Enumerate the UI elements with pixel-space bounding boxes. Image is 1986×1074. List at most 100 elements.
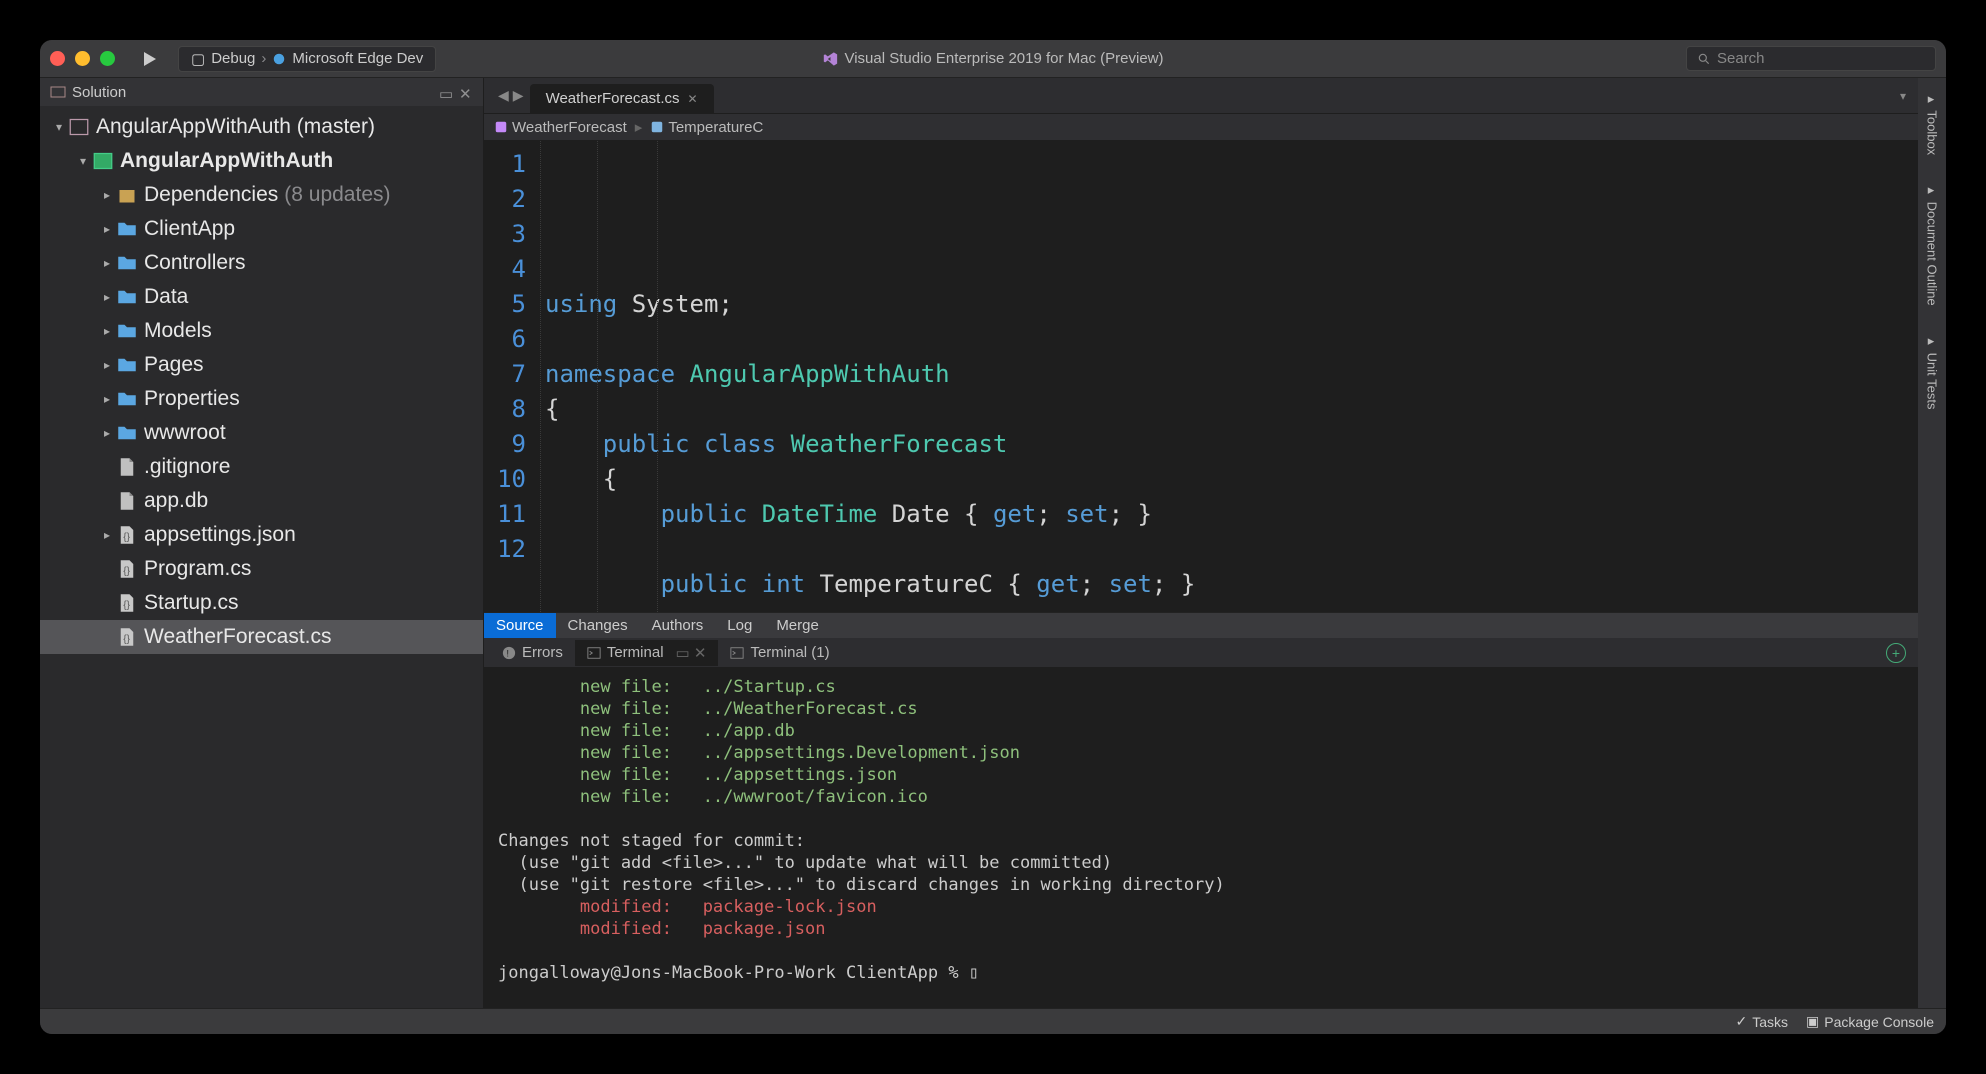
blame-tab-source[interactable]: Source xyxy=(484,613,556,638)
window-controls xyxy=(50,51,115,66)
expand-arrow-icon[interactable]: ▸ xyxy=(98,256,116,270)
tree-item-label: Data xyxy=(144,285,188,309)
ide-window: ▢ Debug › Microsoft Edge Dev Visual Stud… xyxy=(40,40,1946,1034)
status-bar: ✓Tasks ▣Package Console xyxy=(40,1008,1946,1034)
blame-tab-changes[interactable]: Changes xyxy=(556,613,640,638)
bottom-tab-terminal-1-[interactable]: Terminal (1) xyxy=(718,640,841,665)
svg-text:{}: {} xyxy=(123,600,130,611)
expand-arrow-icon[interactable]: ▸ xyxy=(98,222,116,236)
cs-icon: {} xyxy=(116,592,138,614)
svg-text:{}: {} xyxy=(123,566,130,577)
blame-tab-log[interactable]: Log xyxy=(715,613,764,638)
minimize-window-button[interactable] xyxy=(75,51,90,66)
tree-item--gitignore[interactable]: .gitignore xyxy=(40,450,483,484)
tree-item-label: Program.cs xyxy=(144,557,251,581)
expand-arrow-icon[interactable]: ▸ xyxy=(98,290,116,304)
expand-arrow-icon[interactable]: ▾ xyxy=(50,120,68,134)
tree-item-dependencies[interactable]: ▸Dependencies(8 updates) xyxy=(40,178,483,212)
solution-tree[interactable]: ▾ AngularAppWithAuth (master) ▾AngularAppW… xyxy=(40,106,483,1008)
close-window-button[interactable] xyxy=(50,51,65,66)
tree-item-label: Dependencies xyxy=(144,183,278,207)
tab-label: WeatherForecast.cs xyxy=(546,90,680,107)
class-icon xyxy=(494,120,508,134)
error-icon: ! xyxy=(502,646,516,660)
file-tab[interactable]: WeatherForecast.cs ✕ xyxy=(530,84,714,113)
tree-item-label: Properties xyxy=(144,387,240,411)
tree-item-data[interactable]: ▸ Data xyxy=(40,280,483,314)
line-gutter: 123456789101112 xyxy=(484,141,540,612)
expand-arrow-icon[interactable]: ▸ xyxy=(98,188,116,202)
folder-icon xyxy=(116,354,138,376)
run-button[interactable] xyxy=(135,45,163,73)
tree-item-controllers[interactable]: ▸Controllers xyxy=(40,246,483,280)
tree-item-label: WeatherForecast.cs xyxy=(144,625,332,649)
zoom-window-button[interactable] xyxy=(100,51,115,66)
breadcrumb-bar[interactable]: WeatherForecast ▸ TemperatureC xyxy=(484,114,1918,141)
package-console-button[interactable]: ▣Package Console xyxy=(1806,1013,1934,1030)
tree-item-label: AngularAppWithAuth (master) xyxy=(96,115,375,139)
cs-icon: {} xyxy=(116,524,138,546)
dock-tab-toolbox[interactable]: ▸ Toolbox xyxy=(1925,86,1940,161)
folder-icon xyxy=(116,252,138,274)
project-icon xyxy=(92,150,114,172)
close-pad-icon[interactable]: ▭ ✕ xyxy=(676,644,707,662)
tree-item-app-db[interactable]: app.db xyxy=(40,484,483,518)
blame-tab-merge[interactable]: Merge xyxy=(764,613,831,638)
nav-fwd-icon[interactable]: ▶ xyxy=(513,87,524,104)
tree-item-label: Pages xyxy=(144,353,204,377)
nav-back-icon[interactable]: ◀ xyxy=(498,87,509,104)
expand-arrow-icon[interactable]: ▸ xyxy=(98,392,116,406)
config-label: Debug xyxy=(211,50,255,67)
autohide-icon[interactable]: ▭ xyxy=(439,85,453,99)
tree-item-label: ClientApp xyxy=(144,217,235,241)
tree-item-angularappwithauth-master-[interactable]: ▾ AngularAppWithAuth (master) xyxy=(40,110,483,144)
bottom-tab-terminal[interactable]: Terminal▭ ✕ xyxy=(575,640,719,666)
code-area[interactable]: using System; namespace AngularAppWithAu… xyxy=(540,141,1918,612)
solution-icon xyxy=(68,116,90,138)
tree-item-program-cs[interactable]: {} Program.cs xyxy=(40,552,483,586)
expand-arrow-icon[interactable]: ▸ xyxy=(98,324,116,338)
tree-item-pages[interactable]: ▸ Pages xyxy=(40,348,483,382)
close-tab-icon[interactable]: ✕ xyxy=(688,92,698,106)
tree-item-wwwroot[interactable]: ▸wwwroot xyxy=(40,416,483,450)
svg-text:!: ! xyxy=(506,648,509,659)
tree-item-weatherforecast-cs[interactable]: {} WeatherForecast.cs xyxy=(40,620,483,654)
tree-item-appsettings-json[interactable]: ▸{}appsettings.json xyxy=(40,518,483,552)
tree-item-angularappwithauth[interactable]: ▾AngularAppWithAuth xyxy=(40,144,483,178)
property-icon xyxy=(650,120,664,134)
visual-studio-icon xyxy=(822,51,838,67)
dock-tab-unit-tests[interactable]: ▸ Unit Tests xyxy=(1925,328,1940,415)
cs-icon: {} xyxy=(116,626,138,648)
close-pad-icon[interactable]: ✕ xyxy=(459,85,473,99)
editor-tabs: ◀ ▶ WeatherForecast.cs ✕ ▾ xyxy=(484,78,1918,114)
tasks-button[interactable]: ✓Tasks xyxy=(1735,1013,1788,1030)
tab-overflow-icon[interactable]: ▾ xyxy=(1888,89,1918,103)
code-editor[interactable]: 123456789101112 using System; namespace … xyxy=(484,141,1918,612)
tree-item-label: .gitignore xyxy=(144,455,230,479)
solution-pad-header[interactable]: Solution ▭ ✕ xyxy=(40,78,483,106)
bottom-tab-errors[interactable]: !Errors xyxy=(490,640,575,665)
expand-arrow-icon[interactable]: ▾ xyxy=(74,154,92,168)
bottom-pad-tabs: !ErrorsTerminal▭ ✕Terminal (1) + xyxy=(484,638,1918,668)
folder-icon xyxy=(116,320,138,342)
right-dock: ▸ Toolbox ▸ Document Outline ▸ Unit Tests xyxy=(1918,78,1946,1008)
term-icon xyxy=(587,646,601,660)
tree-item-clientapp[interactable]: ▸ ClientApp xyxy=(40,212,483,246)
target-icon: ▢ xyxy=(191,50,205,68)
titlebar: ▢ Debug › Microsoft Edge Dev Visual Stud… xyxy=(40,40,1946,78)
expand-arrow-icon[interactable]: ▸ xyxy=(98,426,116,440)
expand-arrow-icon[interactable]: ▸ xyxy=(98,528,116,542)
expand-arrow-icon[interactable]: ▸ xyxy=(98,358,116,372)
blame-tab-authors[interactable]: Authors xyxy=(640,613,716,638)
tree-item-properties[interactable]: ▸ Properties xyxy=(40,382,483,416)
search-icon xyxy=(1697,52,1711,66)
tree-item-models[interactable]: ▸Models xyxy=(40,314,483,348)
file-icon xyxy=(116,456,138,478)
tree-item-startup-cs[interactable]: {}Startup.cs xyxy=(40,586,483,620)
add-terminal-button[interactable]: + xyxy=(1886,643,1906,663)
folder-icon xyxy=(116,218,138,240)
terminal-output[interactable]: new file: ../Startup.cs new file: ../Wea… xyxy=(484,668,1918,1008)
global-search[interactable]: Search xyxy=(1686,46,1936,71)
dock-tab-document-outline[interactable]: ▸ Document Outline xyxy=(1925,177,1940,312)
run-config-selector[interactable]: ▢ Debug › Microsoft Edge Dev xyxy=(178,46,436,72)
